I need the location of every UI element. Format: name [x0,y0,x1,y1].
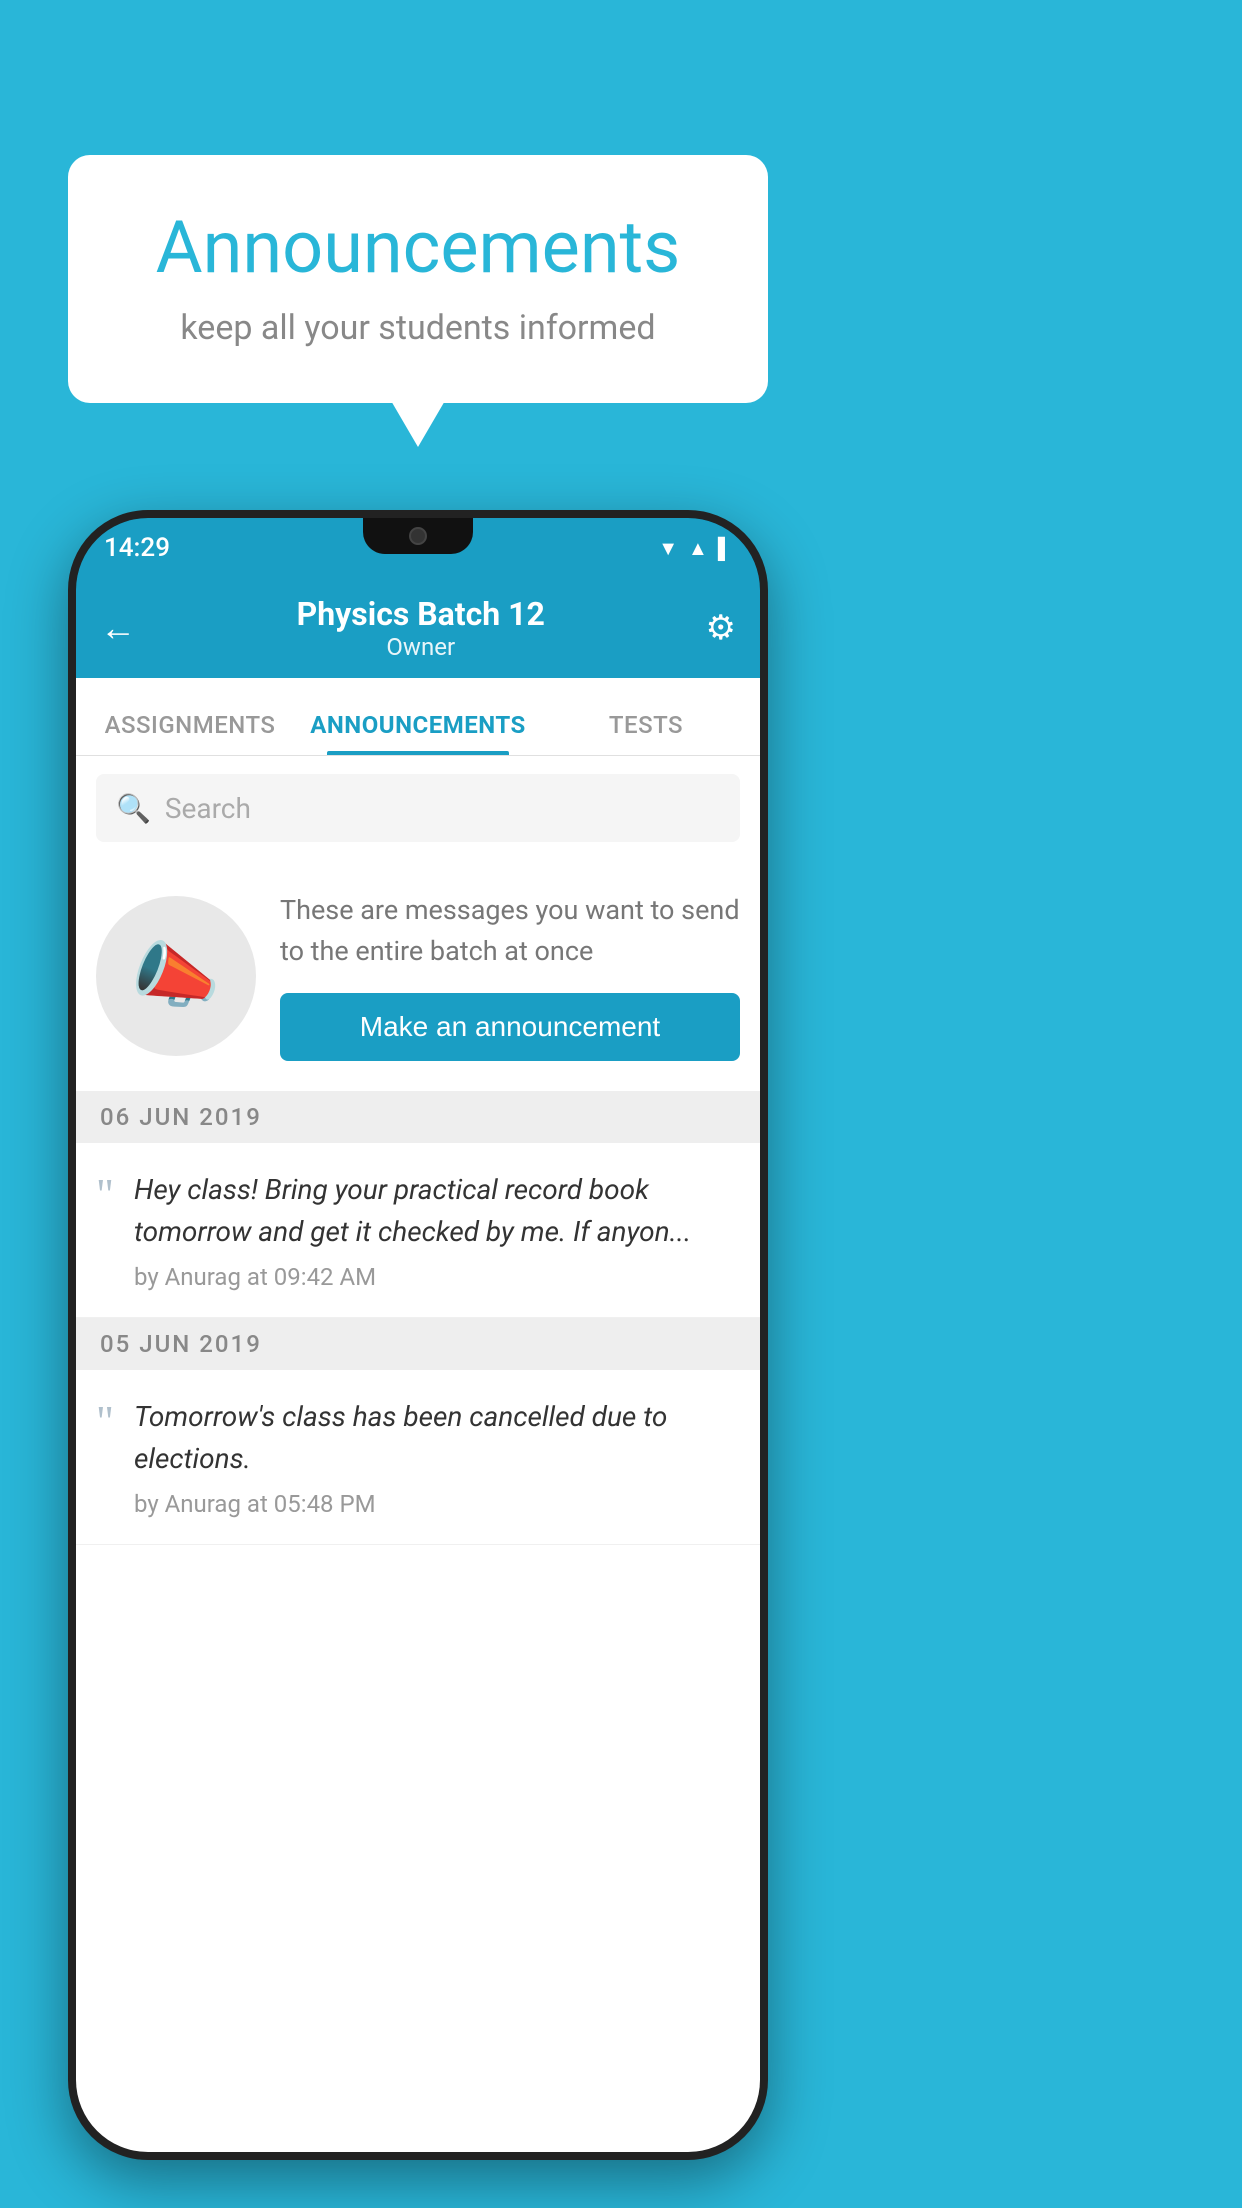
notch [363,518,473,554]
quote-icon-1: " [96,1173,114,1217]
promo-block: 📣 These are messages you want to send to… [76,860,760,1091]
date-separator-1: 06 JUN 2019 [76,1091,760,1143]
front-camera [409,527,427,545]
app-bar-center: Physics Batch 12 Owner [136,595,706,661]
status-bar: 14:29 ▼ ▲ ▌ [76,518,760,578]
announcement-content-2: Tomorrow's class has been cancelled due … [134,1396,740,1518]
power-button [764,738,768,818]
speech-bubble-subtitle: keep all your students informed [108,308,728,348]
search-bar[interactable]: 🔍 Search [96,774,740,842]
promo-right: These are messages you want to send to t… [280,890,740,1061]
battery-icon: ▌ [718,536,732,561]
search-icon: 🔍 [116,792,151,825]
tab-announcements[interactable]: ANNOUNCEMENTS [304,711,532,755]
status-icons: ▼ ▲ ▌ [658,536,732,561]
announcement-content-1: Hey class! Bring your practical record b… [134,1169,740,1291]
volume-down-button [68,808,72,908]
app-bar: ← Physics Batch 12 Owner ⚙ [76,578,760,678]
quote-icon-2: " [96,1400,114,1444]
status-time: 14:29 [104,533,170,563]
announcement-meta-2: by Anurag at 05:48 PM [134,1490,740,1518]
tab-tests[interactable]: TESTS [532,711,760,755]
promo-description: These are messages you want to send to t… [280,890,740,971]
settings-icon[interactable]: ⚙ [706,608,736,648]
app-bar-subtitle: Owner [136,633,706,661]
phone-content: 🔍 Search 📣 These are messages you want t… [76,756,760,2152]
app-bar-title: Physics Batch 12 [136,595,706,633]
announcement-meta-1: by Anurag at 09:42 AM [134,1263,740,1291]
megaphone-icon: 📣 [131,933,221,1018]
signal-icon: ▲ [688,536,708,561]
phone-frame: 14:29 ▼ ▲ ▌ ← Physics Batch 12 Owner ⚙ A… [68,510,768,2160]
announcement-item-2[interactable]: " Tomorrow's class has been cancelled du… [76,1370,760,1545]
speech-bubble-title: Announcements [108,205,728,290]
volume-up-button [68,718,72,778]
announcement-text-1: Hey class! Bring your practical record b… [134,1169,740,1253]
make-announcement-button[interactable]: Make an announcement [280,993,740,1061]
announcement-text-2: Tomorrow's class has been cancelled due … [134,1396,740,1480]
tabs-bar: ASSIGNMENTS ANNOUNCEMENTS TESTS [76,678,760,756]
search-container: 🔍 Search [76,756,760,860]
date-separator-2: 05 JUN 2019 [76,1318,760,1370]
announcement-item-1[interactable]: " Hey class! Bring your practical record… [76,1143,760,1318]
back-button[interactable]: ← [100,607,136,649]
search-placeholder: Search [165,792,251,825]
promo-icon-circle: 📣 [96,896,256,1056]
speech-bubble: Announcements keep all your students inf… [68,155,768,403]
tab-assignments[interactable]: ASSIGNMENTS [76,711,304,755]
wifi-icon: ▼ [658,536,678,561]
